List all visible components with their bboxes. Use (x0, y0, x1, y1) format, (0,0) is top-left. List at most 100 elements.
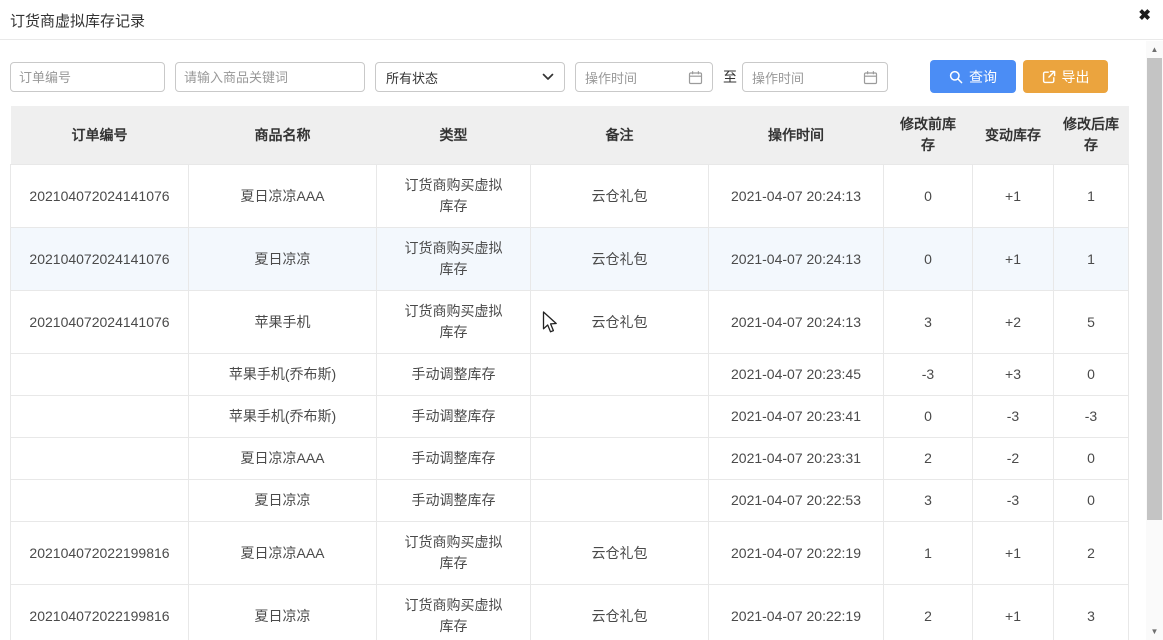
cell-stock-change: +1 (973, 228, 1054, 291)
cell-type: 订货商购买虚拟库存 (377, 585, 531, 640)
cell-product-name: 夏日凉凉 (189, 585, 377, 640)
search-icon (949, 70, 963, 84)
cell-operate-time: 2021-04-07 20:23:31 (709, 438, 884, 480)
cell-stock-before: 3 (884, 480, 973, 522)
cell-product-name: 夏日凉凉AAA (189, 522, 377, 585)
cell-stock-after: -3 (1054, 396, 1129, 438)
cell-remark (531, 438, 709, 480)
cell-product-name: 夏日凉凉 (189, 228, 377, 291)
cell-type: 订货商购买虚拟库存 (377, 228, 531, 291)
vertical-scrollbar[interactable]: ▲ ▼ (1146, 41, 1163, 640)
cell-order-no: 202104072024141076 (11, 291, 189, 354)
col-stock-after: 修改后库存 (1054, 106, 1129, 165)
scroll-down-icon[interactable]: ▼ (1146, 623, 1163, 640)
cell-product-name: 苹果手机(乔布斯) (189, 396, 377, 438)
cell-operate-time: 2021-04-07 20:23:41 (709, 396, 884, 438)
cell-type: 订货商购买虚拟库存 (377, 291, 531, 354)
status-select-value: 所有状态 (386, 68, 438, 87)
cell-stock-change: +2 (973, 291, 1054, 354)
table-row: 202104072024141076夏日凉凉AAA订货商购买虚拟库存云仓礼包20… (11, 165, 1129, 228)
export-button-label: 导出 (1062, 67, 1090, 87)
cell-remark: 云仓礼包 (531, 522, 709, 585)
col-product-name: 商品名称 (189, 106, 377, 165)
modal-title: 订货商虚拟库存记录 (10, 10, 145, 31)
cell-operate-time: 2021-04-07 20:24:13 (709, 165, 884, 228)
order-no-input[interactable] (10, 62, 165, 92)
cell-type: 手动调整库存 (377, 438, 531, 480)
cell-stock-before: 0 (884, 396, 973, 438)
col-stock-change: 变动库存 (973, 106, 1054, 165)
date-range-to-label: 至 (719, 62, 741, 92)
cell-stock-change: +1 (973, 585, 1054, 640)
cell-remark (531, 354, 709, 396)
cell-remark: 云仓礼包 (531, 165, 709, 228)
search-button[interactable]: 查询 (930, 60, 1016, 93)
cell-stock-after: 3 (1054, 585, 1129, 640)
table-row: 202104072024141076苹果手机订货商购买虚拟库存云仓礼包2021-… (11, 291, 1129, 354)
cell-operate-time: 2021-04-07 20:22:53 (709, 480, 884, 522)
cell-stock-after: 1 (1054, 165, 1129, 228)
cell-type: 手动调整库存 (377, 354, 531, 396)
table-body: 202104072024141076夏日凉凉AAA订货商购买虚拟库存云仓礼包20… (11, 165, 1129, 640)
cell-order-no: 202104072024141076 (11, 228, 189, 291)
status-select[interactable]: 所有状态 (375, 62, 565, 92)
virtual-stock-record-modal: 订货商虚拟库存记录 ✖ 所有状态 操作时间 (0, 0, 1163, 640)
start-time-input[interactable]: 操作时间 (575, 62, 713, 92)
table-header: 订单编号 商品名称 类型 备注 操作时间 修改前库存 变动库存 修改后库存 (11, 106, 1129, 165)
modal-header: 订货商虚拟库存记录 ✖ (0, 0, 1163, 40)
col-operate-time: 操作时间 (709, 106, 884, 165)
cell-type: 手动调整库存 (377, 480, 531, 522)
cell-stock-before: 0 (884, 228, 973, 291)
cell-order-no (11, 480, 189, 522)
col-remark: 备注 (531, 106, 709, 165)
records-table: 订单编号 商品名称 类型 备注 操作时间 修改前库存 变动库存 修改后库存 20… (10, 106, 1129, 640)
cell-type: 手动调整库存 (377, 396, 531, 438)
cell-stock-after: 0 (1054, 354, 1129, 396)
cell-stock-before: 2 (884, 585, 973, 640)
cell-stock-change: +3 (973, 354, 1054, 396)
cell-remark: 云仓礼包 (531, 585, 709, 640)
end-time-input[interactable]: 操作时间 (742, 62, 888, 92)
cell-product-name: 夏日凉凉 (189, 480, 377, 522)
cell-stock-change: -2 (973, 438, 1054, 480)
table-row: 202104072022199816夏日凉凉AAA订货商购买虚拟库存云仓礼包20… (11, 522, 1129, 585)
cell-stock-before: 1 (884, 522, 973, 585)
col-type: 类型 (377, 106, 531, 165)
calendar-icon (863, 70, 878, 85)
cell-stock-before: -3 (884, 354, 973, 396)
scrollbar-thumb[interactable] (1147, 58, 1162, 520)
table-row: 夏日凉凉手动调整库存2021-04-07 20:22:533-30 (11, 480, 1129, 522)
cell-order-no: 202104072022199816 (11, 585, 189, 640)
cell-stock-before: 0 (884, 165, 973, 228)
col-stock-before: 修改前库存 (884, 106, 973, 165)
cell-order-no (11, 354, 189, 396)
col-order-no: 订单编号 (11, 106, 189, 165)
calendar-icon (688, 70, 703, 85)
cell-stock-after: 2 (1054, 522, 1129, 585)
export-icon (1042, 70, 1056, 84)
cell-stock-before: 2 (884, 438, 973, 480)
cell-operate-time: 2021-04-07 20:22:19 (709, 585, 884, 640)
table-row: 苹果手机(乔布斯)手动调整库存2021-04-07 20:23:410-3-3 (11, 396, 1129, 438)
cell-remark (531, 396, 709, 438)
records-table-wrap: 订单编号 商品名称 类型 备注 操作时间 修改前库存 变动库存 修改后库存 20… (10, 106, 1128, 640)
scroll-up-icon[interactable]: ▲ (1146, 41, 1163, 58)
table-row: 夏日凉凉AAA手动调整库存2021-04-07 20:23:312-20 (11, 438, 1129, 480)
export-button[interactable]: 导出 (1023, 60, 1108, 93)
cell-operate-time: 2021-04-07 20:23:45 (709, 354, 884, 396)
cell-order-no (11, 396, 189, 438)
table-row: 202104072024141076夏日凉凉订货商购买虚拟库存云仓礼包2021-… (11, 228, 1129, 291)
cell-stock-after: 0 (1054, 438, 1129, 480)
cell-remark: 云仓礼包 (531, 228, 709, 291)
cell-stock-change: -3 (973, 480, 1054, 522)
cell-product-name: 苹果手机(乔布斯) (189, 354, 377, 396)
close-icon[interactable]: ✖ (1138, 6, 1151, 26)
cell-type: 订货商购买虚拟库存 (377, 522, 531, 585)
cell-order-no (11, 438, 189, 480)
cell-stock-change: +1 (973, 165, 1054, 228)
product-keyword-input[interactable] (175, 62, 365, 92)
table-row: 苹果手机(乔布斯)手动调整库存 2021-04-07 20:23:45-3+30 (11, 354, 1129, 396)
cell-operate-time: 2021-04-07 20:22:19 (709, 522, 884, 585)
cell-product-name: 苹果手机 (189, 291, 377, 354)
cell-stock-change: -3 (973, 396, 1054, 438)
